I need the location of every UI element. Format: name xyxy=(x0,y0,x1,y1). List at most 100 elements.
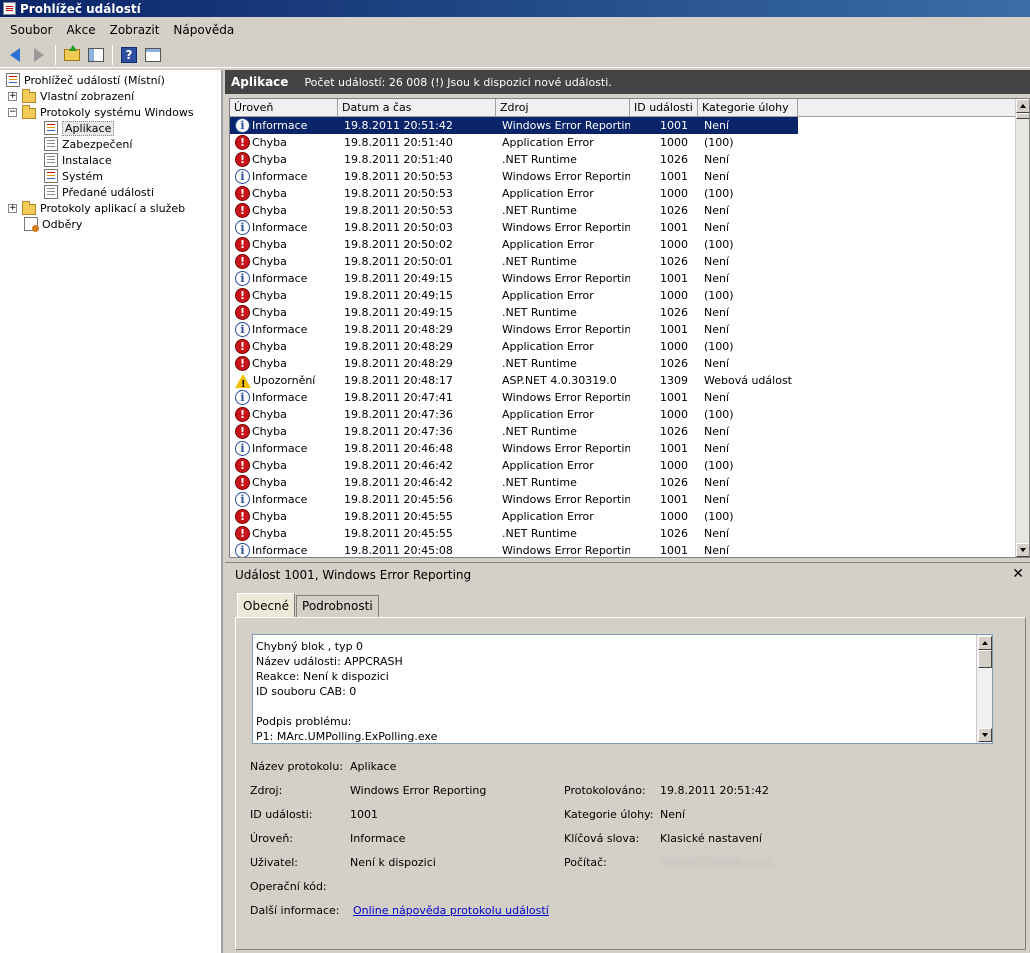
level-text: Chyba xyxy=(252,306,287,319)
event-list-scrollbar[interactable] xyxy=(1015,99,1029,557)
level-text: Informace xyxy=(252,272,308,285)
table-row[interactable]: ! Chyba 19.8.2011 20:49:15 Application Erro… xyxy=(230,287,1015,304)
datetime-cell: 19.8.2011 20:51:40 xyxy=(344,153,453,166)
datetime-cell: 19.8.2011 20:48:29 xyxy=(344,323,453,336)
event-id-value: 1001 xyxy=(350,808,378,821)
tab-details[interactable]: Podrobnosti xyxy=(296,595,379,617)
collapse-icon[interactable]: − xyxy=(8,107,17,117)
table-row[interactable]: ! Chyba 19.8.2011 20:45:55 Application Erro… xyxy=(230,508,1015,525)
online-help-link[interactable]: Online nápověda protokolu událostí xyxy=(353,904,549,917)
event-description-box[interactable]: Chybný blok , typ 0 Název události: APPC… xyxy=(252,634,993,744)
tree-item-custom-views[interactable]: + Vlastní zobrazení xyxy=(8,88,134,104)
tab-general[interactable]: Obecné xyxy=(237,593,296,617)
column-task-category[interactable]: Kategorie úlohy xyxy=(698,99,798,117)
table-row[interactable]: Upozornění 19.8.2011 20:48:17 ASP.NET 4.0.… xyxy=(230,372,1015,389)
table-row[interactable]: ! Chyba 19.8.2011 20:50:53 .NET Runtime 1026… xyxy=(230,202,1015,219)
level-text: Chyba xyxy=(252,527,287,540)
event-detail-pane: Událost 1001, Windows Error Reporting ✕ … xyxy=(225,562,1030,953)
scroll-down-button[interactable] xyxy=(978,728,992,742)
scroll-thumb[interactable] xyxy=(1016,113,1029,119)
table-row[interactable]: ! Chyba 19.8.2011 20:47:36 .NET Runtime 1026… xyxy=(230,423,1015,440)
table-row[interactable]: i Informace 19.8.2011 20:48:29 Windows Erro… xyxy=(230,321,1015,338)
event-id-cell: 1026 xyxy=(660,476,688,489)
table-row[interactable]: ! Chyba 19.8.2011 20:50:53 Application Erro… xyxy=(230,185,1015,202)
table-row[interactable]: i Informace 19.8.2011 20:47:41 Windows Erro… xyxy=(230,389,1015,406)
information-icon: i xyxy=(235,390,250,405)
table-row[interactable]: ! Chyba 19.8.2011 20:51:40 Application Erro… xyxy=(230,134,1015,151)
column-source[interactable]: Zdroj xyxy=(496,99,630,117)
table-row[interactable]: ! Chyba 19.8.2011 20:48:29 .NET Runtime 1026… xyxy=(230,355,1015,372)
level-text: Chyba xyxy=(252,187,287,200)
event-viewer-icon xyxy=(3,2,16,15)
scroll-up-button[interactable] xyxy=(1016,99,1029,113)
back-button[interactable] xyxy=(4,44,26,66)
table-row[interactable]: i Informace 19.8.2011 20:50:53 Windows Erro… xyxy=(230,168,1015,185)
forward-button[interactable] xyxy=(28,44,50,66)
table-row[interactable]: i Informace 19.8.2011 20:45:08 Windows Erro… xyxy=(230,542,1015,557)
level-cell: i Informace xyxy=(230,542,338,557)
column-level[interactable]: Úroveň xyxy=(230,99,338,117)
show-console-tree-button[interactable] xyxy=(85,44,107,66)
source-cell: Application Error xyxy=(502,289,594,302)
scroll-thumb[interactable] xyxy=(978,650,992,668)
level-text: Informace xyxy=(252,391,308,404)
source-value: Windows Error Reporting xyxy=(350,784,487,797)
tree-item-setup[interactable]: Instalace xyxy=(44,152,112,168)
datetime-cell: 19.8.2011 20:49:15 xyxy=(344,306,453,319)
level-cell: i Informace xyxy=(230,270,338,287)
datetime-cell: 19.8.2011 20:51:42 xyxy=(338,117,496,134)
more-info-label: Další informace: xyxy=(250,904,340,917)
event-id-cell: 1001 xyxy=(630,117,698,134)
error-icon: ! xyxy=(235,526,250,541)
table-row[interactable]: ! Chyba 19.8.2011 20:49:15 .NET Runtime 1026… xyxy=(230,304,1015,321)
expand-icon[interactable]: + xyxy=(8,91,17,101)
table-row[interactable]: i Informace 19.8.2011 20:50:03 Windows Erro… xyxy=(230,219,1015,236)
table-row[interactable]: ! Chyba 19.8.2011 20:51:40 .NET Runtime 1026… xyxy=(230,151,1015,168)
scroll-down-button[interactable] xyxy=(1016,543,1029,557)
tree-item-root[interactable]: Prohlížeč událostí (Místní) xyxy=(6,72,165,88)
task-category-cell: Není xyxy=(704,442,730,455)
show-action-pane-button[interactable] xyxy=(142,44,164,66)
datetime-cell: 19.8.2011 20:50:03 xyxy=(344,221,453,234)
close-icon[interactable]: ✕ xyxy=(1012,566,1024,582)
event-id-cell: 1001 xyxy=(660,544,688,557)
table-row[interactable]: ! Chyba 19.8.2011 20:47:36 Application Erro… xyxy=(230,406,1015,423)
tree-item-app-service-logs[interactable]: + Protokoly aplikací a služeb xyxy=(8,200,185,216)
level-text: Chyba xyxy=(252,425,287,438)
table-row[interactable]: i Informace 19.8.2011 20:45:56 Windows Erro… xyxy=(230,491,1015,508)
table-row[interactable]: ! Chyba 19.8.2011 20:46:42 Application Erro… xyxy=(230,457,1015,474)
tree-label: Předané události xyxy=(62,185,155,199)
up-level-button[interactable] xyxy=(61,44,83,66)
table-row[interactable]: i Informace 19.8.2011 20:49:15 Windows Erro… xyxy=(230,270,1015,287)
menu-help[interactable]: Nápověda xyxy=(166,23,241,37)
tree-item-windows-logs[interactable]: − Protokoly systému Windows xyxy=(8,104,194,120)
tree-item-system[interactable]: Systém xyxy=(44,168,103,184)
table-row[interactable]: i Informace 19.8.2011 20:51:42 Windows Erro… xyxy=(230,117,1015,134)
table-row[interactable]: ! Chyba 19.8.2011 20:46:42 .NET Runtime 1026… xyxy=(230,474,1015,491)
tree-item-application[interactable]: Aplikace xyxy=(44,120,115,136)
level-cell: ! Chyba xyxy=(230,287,338,304)
logged-value: 19.8.2011 20:51:42 xyxy=(660,784,769,797)
datetime-cell: 19.8.2011 20:46:42 xyxy=(344,476,453,489)
help-button[interactable]: ? xyxy=(118,44,140,66)
expand-icon[interactable]: + xyxy=(8,203,17,213)
tree-item-forwarded-events[interactable]: Předané události xyxy=(44,184,154,200)
opcode-label: Operační kód: xyxy=(250,880,327,893)
scroll-up-button[interactable] xyxy=(978,636,992,650)
content-header: Aplikace Počet událostí: 26 008 (!) Jsou… xyxy=(225,70,1030,94)
column-datetime[interactable]: Datum a čas xyxy=(338,99,496,117)
description-scrollbar[interactable] xyxy=(976,635,992,743)
tree-item-subscriptions[interactable]: Odběry xyxy=(24,216,82,232)
table-row[interactable]: ! Chyba 19.8.2011 20:50:01 .NET Runtime 1026… xyxy=(230,253,1015,270)
menu-file[interactable]: Soubor xyxy=(3,23,59,37)
tree-item-security[interactable]: Zabezpečení xyxy=(44,136,132,152)
menu-view[interactable]: Zobrazit xyxy=(103,23,167,37)
column-event-id[interactable]: ID události xyxy=(630,99,698,117)
table-row[interactable]: ! Chyba 19.8.2011 20:50:02 Application Erro… xyxy=(230,236,1015,253)
table-row[interactable]: ! Chyba 19.8.2011 20:48:29 Application Erro… xyxy=(230,338,1015,355)
table-row[interactable]: i Informace 19.8.2011 20:46:48 Windows Erro… xyxy=(230,440,1015,457)
level-cell: ! Chyba xyxy=(230,253,338,270)
event-id-cell: 1001 xyxy=(660,170,688,183)
menu-action[interactable]: Akce xyxy=(59,23,102,37)
table-row[interactable]: ! Chyba 19.8.2011 20:45:55 .NET Runtime 1026… xyxy=(230,525,1015,542)
